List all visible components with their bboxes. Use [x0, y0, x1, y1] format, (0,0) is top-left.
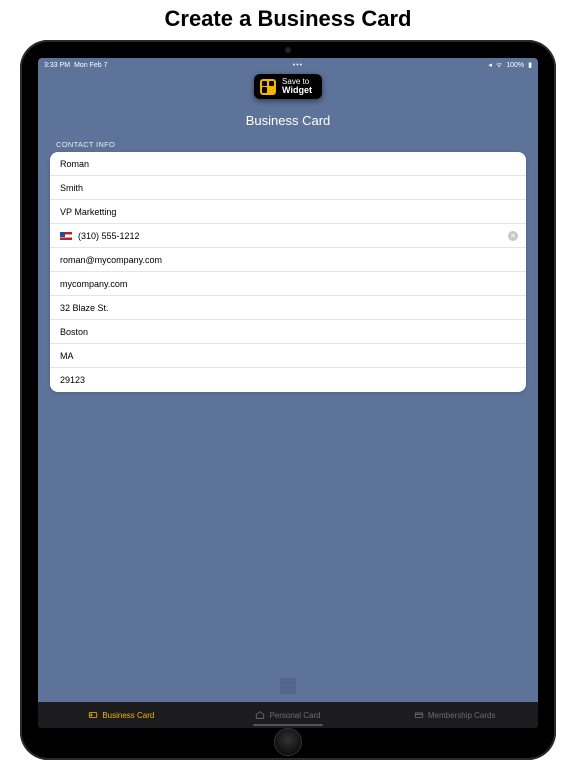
home-indicator[interactable] [253, 724, 323, 727]
save-to-widget-button[interactable]: Save to Widget [254, 74, 322, 99]
zip-field[interactable]: 29123 [50, 368, 526, 392]
widget-line2: Widget [282, 86, 312, 95]
app-screen: 3:33 PM Mon Feb 7 ••• ◂ ᯤ 100% ▮ Save to… [38, 58, 538, 728]
battery-icon: ▮ [528, 61, 532, 69]
personal-card-icon [255, 710, 265, 720]
phone-field[interactable]: (310) 555-1212 ✕ [50, 224, 526, 248]
home-button[interactable] [274, 728, 302, 756]
battery-label: 100% [506, 62, 524, 69]
membership-icon [414, 710, 424, 720]
email-field[interactable]: roman@mycompany.com [50, 248, 526, 272]
location-icon: ◂ [488, 61, 492, 69]
status-bar: 3:33 PM Mon Feb 7 ••• ◂ ᯤ 100% ▮ [38, 58, 538, 72]
status-date: Mon Feb 7 [74, 62, 107, 69]
status-time: 3:33 PM [44, 62, 70, 69]
business-card-icon [88, 710, 98, 720]
section-label-contact: CONTACT INFO [38, 140, 538, 152]
first-name-field[interactable]: Roman [50, 152, 526, 176]
tab-bar: Business Card Personal Card Membership C… [38, 702, 538, 728]
multitask-dots[interactable]: ••• [293, 62, 303, 69]
website-field[interactable]: mycompany.com [50, 272, 526, 296]
flag-us-icon[interactable] [60, 232, 72, 240]
state-field[interactable]: MA [50, 344, 526, 368]
widget-icon [260, 79, 276, 95]
contact-info-card: Roman Smith VP Marketting (310) 555-1212… [50, 152, 526, 392]
city-field[interactable]: Boston [50, 320, 526, 344]
tab-membership-cards[interactable]: Membership Cards [371, 702, 538, 728]
screen-title: Business Card [38, 113, 538, 128]
wifi-icon: ᯤ [496, 61, 502, 70]
qr-code-icon[interactable] [280, 678, 296, 694]
job-title-field[interactable]: VP Marketting [50, 200, 526, 224]
clear-icon[interactable]: ✕ [508, 231, 518, 241]
street-field[interactable]: 32 Blaze St. [50, 296, 526, 320]
last-name-field[interactable]: Smith [50, 176, 526, 200]
ipad-frame: 3:33 PM Mon Feb 7 ••• ◂ ᯤ 100% ▮ Save to… [20, 40, 556, 760]
page-heading: Create a Business Card [165, 6, 412, 32]
tab-business-card[interactable]: Business Card [38, 702, 205, 728]
device-camera [285, 47, 291, 53]
